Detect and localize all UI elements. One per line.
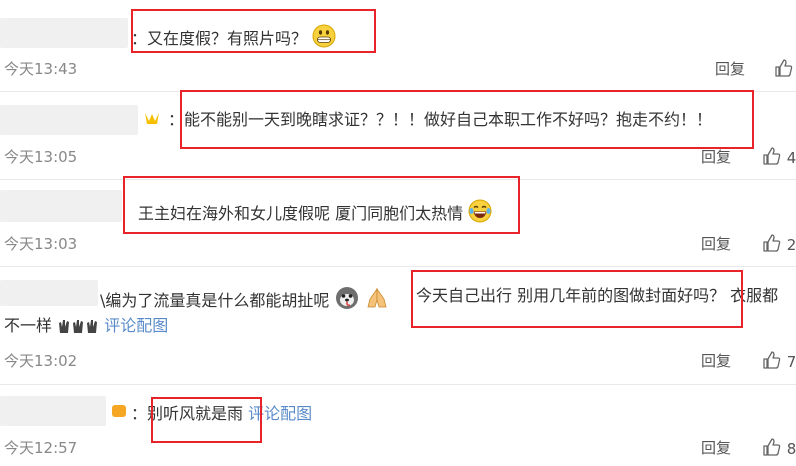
reply-button[interactable]: 回复 — [701, 350, 731, 371]
divider — [0, 384, 796, 385]
comment-text-part1: \编为了流量真是什么都能胡扯呢 — [100, 286, 390, 311]
highlight-box — [151, 397, 262, 443]
like-button[interactable]: 8 — [762, 437, 796, 458]
reply-button[interactable]: 回复 — [701, 233, 731, 254]
timestamp: 今天13:05 — [4, 148, 78, 166]
username-blurred[interactable] — [0, 396, 106, 426]
highlight-box — [131, 9, 376, 53]
like-button[interactable]: 2 — [762, 233, 796, 254]
thumbs-up-icon — [763, 438, 781, 456]
like-button[interactable] — [774, 58, 794, 79]
username-blurred[interactable] — [0, 280, 98, 306]
clapping-hands-emoji — [59, 320, 98, 333]
highlight-box — [411, 270, 743, 328]
reply-button[interactable]: 回复 — [715, 58, 745, 79]
username-blurred[interactable] — [0, 18, 128, 48]
timestamp: 今天13:02 — [4, 352, 78, 370]
like-count: 8 — [786, 440, 796, 458]
reply-button[interactable]: 回复 — [701, 146, 731, 167]
timestamp: 今天13:03 — [4, 235, 78, 253]
highlight-box — [123, 176, 520, 234]
username-blurred[interactable] — [0, 190, 122, 222]
thumbs-up-icon — [763, 234, 781, 252]
level-badge-icon — [112, 405, 126, 417]
reply-button[interactable]: 回复 — [701, 437, 731, 458]
highlight-box — [180, 90, 754, 149]
thumbs-up-icon — [775, 59, 793, 77]
comment-image-link[interactable]: 评论配图 — [104, 316, 168, 335]
crown-badge-icon — [145, 113, 159, 124]
thumbs-up-icon — [763, 351, 781, 369]
like-count: 7 — [786, 353, 796, 371]
dog-emoji — [335, 287, 358, 309]
like-button[interactable]: 7 — [762, 350, 796, 371]
thumbs-up-icon — [763, 147, 781, 165]
divider — [0, 266, 796, 267]
timestamp: 今天13:43 — [4, 60, 78, 78]
timestamp: 今天12:57 — [4, 439, 78, 457]
like-count: 2 — [786, 236, 796, 254]
like-button[interactable]: 4 — [762, 146, 796, 167]
username-blurred[interactable] — [0, 105, 138, 135]
comment-text-line2: 不一样 评论配图 — [4, 316, 169, 335]
folded-hands-emoji — [367, 287, 387, 308]
like-count: 4 — [786, 149, 796, 167]
